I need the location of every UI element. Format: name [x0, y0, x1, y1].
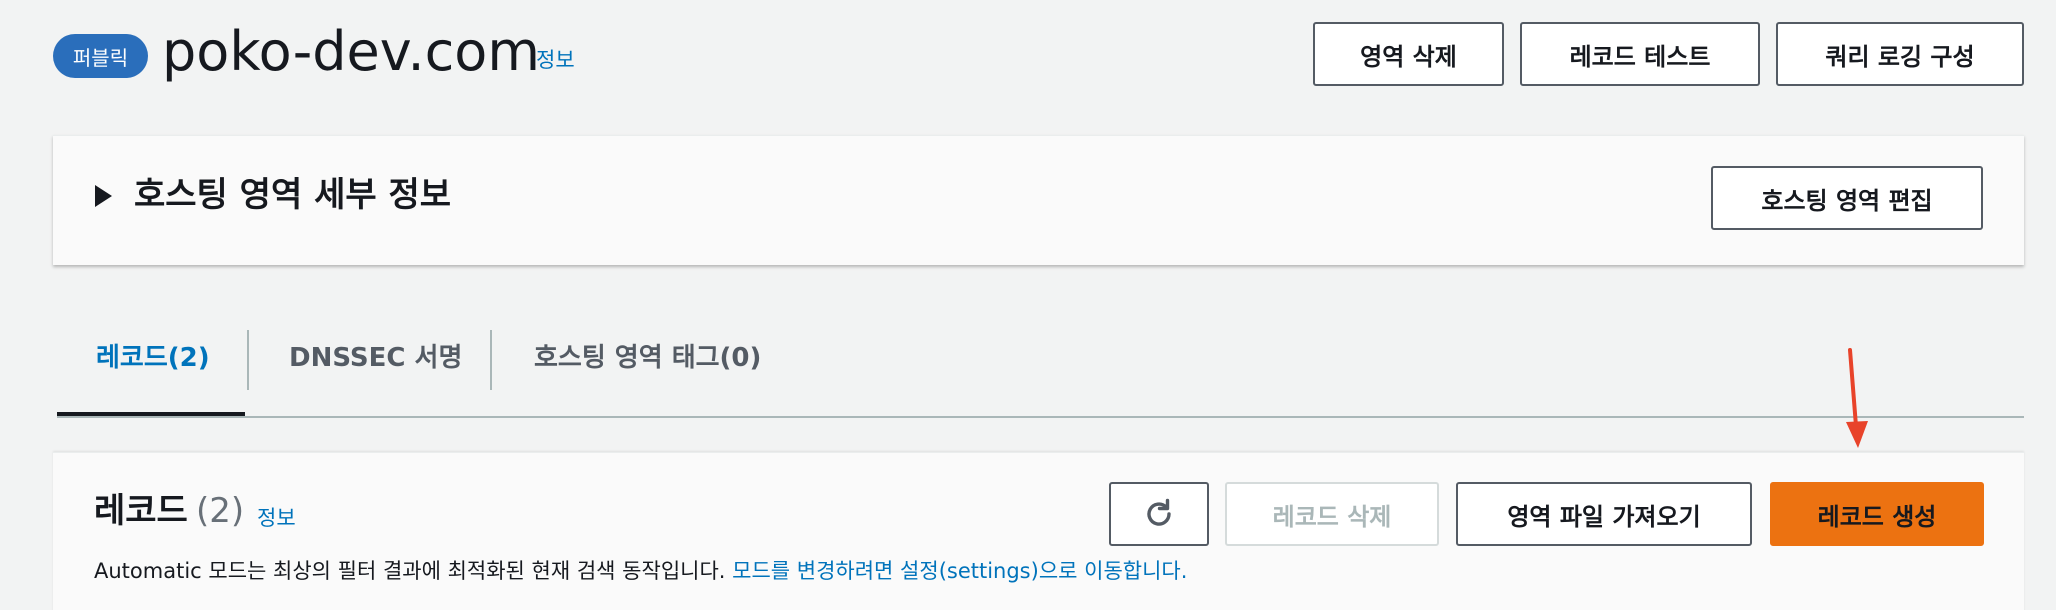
refresh-icon — [1147, 498, 1171, 526]
tabs-divider — [57, 416, 2024, 418]
settings-link[interactable]: 모드를 변경하려면 설정(settings)으로 이동합니다. — [732, 559, 1187, 583]
tab-records[interactable]: 레코드(2) — [96, 338, 210, 378]
tab-separator — [490, 330, 492, 390]
page-title: poko-dev.com — [162, 20, 540, 83]
public-badge: 퍼블릭 — [53, 34, 148, 78]
test-record-button[interactable]: 레코드 테스트 — [1520, 22, 1760, 86]
active-tab-indicator — [57, 412, 245, 416]
edit-hosted-zone-button[interactable]: 호스팅 영역 편집 — [1711, 166, 1983, 230]
records-count: (2) — [196, 491, 245, 531]
import-zone-file-button[interactable]: 영역 파일 가져오기 — [1456, 482, 1752, 546]
delete-zone-button[interactable]: 영역 삭제 — [1313, 22, 1504, 86]
annotation-arrow-icon — [1846, 348, 1868, 448]
search-mode-description: Automatic 모드는 최상의 필터 결과에 최적화된 현재 검색 동작입니… — [94, 556, 1187, 586]
configure-query-logging-button[interactable]: 쿼리 로깅 구성 — [1776, 22, 2024, 86]
refresh-button[interactable] — [1109, 482, 1209, 546]
expand-caret-icon[interactable] — [95, 185, 112, 207]
title-info-link[interactable]: 정보 — [536, 44, 575, 74]
records-info-link[interactable]: 정보 — [257, 502, 296, 532]
create-record-button[interactable]: 레코드 생성 — [1770, 482, 1984, 546]
tab-hosted-zone-tags[interactable]: 호스팅 영역 태그(0) — [534, 338, 761, 378]
search-mode-text: Automatic 모드는 최상의 필터 결과에 최적화된 현재 검색 동작입니… — [94, 559, 733, 583]
records-title: 레코드 — [94, 491, 188, 531]
hosted-zone-details-title[interactable]: 호스팅 영역 세부 정보 — [134, 174, 451, 216]
tab-dnssec-signing[interactable]: DNSSEC 서명 — [289, 338, 462, 378]
tab-separator — [247, 330, 249, 390]
delete-record-button[interactable]: 레코드 삭제 — [1225, 482, 1439, 546]
